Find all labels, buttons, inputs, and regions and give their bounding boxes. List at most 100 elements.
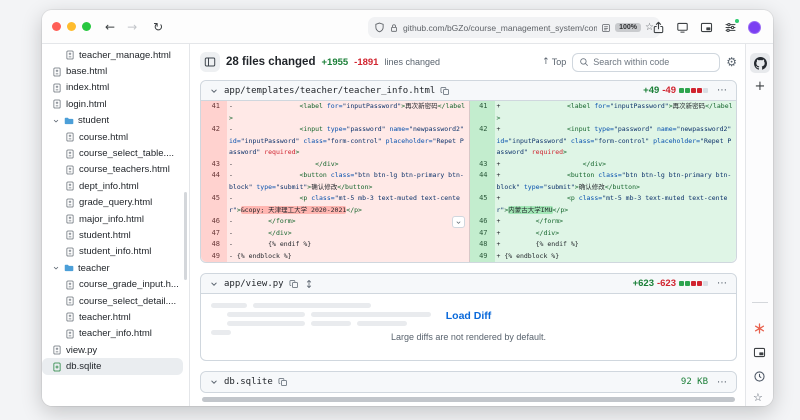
share-icon[interactable] [652, 21, 665, 34]
diff-code-line[interactable]: + {% endif %} [495, 239, 737, 251]
tree-item-student-info-html[interactable]: student_info.html [42, 244, 189, 260]
tree-item-teacher-manage-html[interactable]: teacher_manage.html [42, 47, 189, 63]
line-number-old[interactable]: 49 [201, 251, 227, 263]
tree-item-grade-query-html[interactable]: grade_query.html [42, 195, 189, 211]
diff-code-line[interactable]: + </div> [495, 228, 737, 240]
diff-settings-gear-icon[interactable]: ⚙ [726, 55, 737, 69]
tree-item-course-html[interactable]: course.html [42, 129, 189, 145]
diff-code-line[interactable]: - <label for="inputPassword">再次新密码</labe… [227, 101, 469, 124]
load-diff-button[interactable]: Load Diff [446, 310, 492, 322]
tree-item-major-info-html[interactable]: major_info.html [42, 211, 189, 227]
tree-item-base-html[interactable]: base.html [42, 63, 189, 79]
zoom-window-icon[interactable] [82, 22, 91, 31]
tree-item-course-select-table-[interactable]: course_select_table.... [42, 145, 189, 161]
minimize-window-icon[interactable] [67, 22, 76, 31]
diff-code-line[interactable]: - </div> [227, 228, 469, 240]
tree-item-teacher[interactable]: teacher [42, 260, 189, 276]
forward-icon[interactable]: → [127, 20, 137, 34]
asterisk-icon[interactable] [753, 322, 766, 335]
line-number-old[interactable]: 47 [201, 228, 227, 240]
line-number-new[interactable]: 41 [469, 101, 495, 124]
tree-item-view-py[interactable]: view.py [42, 342, 189, 358]
reader-mode-icon[interactable] [601, 23, 611, 33]
copy-path-icon[interactable] [289, 279, 299, 289]
diff-code-line[interactable]: + <label for="inputPassword">再次新密码</labe… [495, 101, 737, 124]
picture-in-picture-icon[interactable] [700, 21, 713, 34]
diff-code-line[interactable]: + <button class="btn btn-lg btn-primary … [495, 170, 737, 193]
tree-item-index-html[interactable]: index.html [42, 80, 189, 96]
profile-avatar[interactable] [748, 21, 761, 34]
file-header[interactable]: db.sqlite 92 KB ⋯ [201, 372, 736, 392]
diff-code-line[interactable]: + <input type="password" name="newpasswo… [495, 124, 737, 159]
picture-in-picture-icon[interactable] [753, 346, 766, 359]
file-options-kebab-icon[interactable]: ⋯ [717, 377, 728, 388]
zoom-level-badge[interactable]: 100% [615, 23, 641, 32]
tree-item-course-grade-input-h-[interactable]: course_grade_input.h... [42, 276, 189, 292]
tree-item-course-select-detail-[interactable]: course_select_detail.... [42, 293, 189, 309]
line-number-new[interactable]: 46 [469, 216, 495, 228]
chevron-down-icon[interactable] [209, 377, 219, 387]
chevron-down-icon[interactable] [209, 279, 219, 289]
diff-code-line[interactable]: - <input type="password" name="newpasswo… [227, 124, 469, 159]
file-options-kebab-icon[interactable]: ⋯ [717, 278, 728, 289]
url-bar[interactable]: github.com/bGZo/course_management_system… [368, 17, 660, 38]
diff-code-line[interactable]: + {% endblock %} [495, 251, 737, 263]
diff-code-line[interactable]: + <p class="mt-5 mb-3 text-muted text-ce… [495, 193, 737, 216]
file-header[interactable]: app/view.py +623 -623 ⋯ [201, 274, 736, 294]
copy-path-icon[interactable] [278, 377, 288, 387]
file-header[interactable]: app/templates/teacher/teacher_info.html … [201, 81, 736, 101]
line-number-old[interactable]: 41 [201, 101, 227, 124]
line-number-new[interactable]: 48 [469, 239, 495, 251]
line-number-old[interactable]: 45 [201, 193, 227, 216]
line-number-new[interactable]: 49 [469, 251, 495, 263]
toggle-file-tree-button[interactable] [200, 52, 220, 72]
line-number-new[interactable]: 44 [469, 170, 495, 193]
tree-item-student-html[interactable]: student.html [42, 227, 189, 243]
extensions-tune-icon[interactable] [724, 21, 737, 34]
file-icon [65, 50, 75, 60]
tree-item-teacher-html[interactable]: teacher.html [42, 309, 189, 325]
diff-code-line[interactable]: - </form> [227, 216, 469, 228]
github-sidebar-button[interactable] [750, 53, 770, 73]
line-number-new[interactable]: 47 [469, 228, 495, 240]
line-number-old[interactable]: 46 [201, 216, 227, 228]
line-menu-expander-button[interactable] [452, 216, 465, 228]
diff-code-line[interactable]: - </div> [227, 159, 469, 171]
line-number-old[interactable]: 48 [201, 239, 227, 251]
reload-icon[interactable]: ↻ [153, 20, 163, 34]
diff-code-line[interactable]: - {% endblock %} [227, 251, 469, 263]
search-within-code-box[interactable] [572, 53, 720, 72]
line-number-new[interactable]: 43 [469, 159, 495, 171]
new-tab-button[interactable]: + [750, 77, 770, 95]
copy-path-icon[interactable] [440, 86, 450, 96]
search-input[interactable] [593, 57, 713, 67]
line-number-new[interactable]: 42 [469, 124, 495, 159]
tree-item-course-teachers-html[interactable]: course_teachers.html [42, 162, 189, 178]
diff-code-line[interactable]: - <button class="btn btn-lg btn-primary … [227, 170, 469, 193]
downloads-icon[interactable] [676, 21, 689, 34]
tree-item-teacher-info-html[interactable]: teacher_info.html [42, 326, 189, 342]
line-number-old[interactable]: 44 [201, 170, 227, 193]
chevron-down-icon[interactable] [209, 86, 219, 96]
favorites-star-icon[interactable]: ☆ [753, 392, 763, 403]
diff-code-line[interactable]: - {% endif %} [227, 239, 469, 251]
back-to-top-link[interactable]: ↑ Top [542, 57, 566, 67]
line-number-old[interactable]: 42 [201, 124, 227, 159]
tree-item-db-sqlite[interactable]: db.sqlite [42, 358, 183, 374]
diff-code-line[interactable]: + </form> [495, 216, 737, 228]
diff-code-line[interactable]: - <p class="mt-5 mb-3 text-muted text-ce… [227, 193, 469, 216]
line-number-new[interactable]: 45 [469, 193, 495, 216]
diff-code-line[interactable]: + </div> [495, 159, 737, 171]
file-icon [65, 329, 75, 339]
tree-item-student[interactable]: student [42, 113, 189, 129]
tree-item-login-html[interactable]: login.html [42, 96, 189, 112]
sidebar-scrollbar[interactable] [184, 192, 187, 280]
file-options-kebab-icon[interactable]: ⋯ [717, 85, 728, 96]
close-window-icon[interactable] [52, 22, 61, 31]
back-icon[interactable]: ← [105, 20, 115, 34]
horizontal-scrollbar[interactable] [202, 397, 735, 402]
history-clock-icon[interactable] [753, 370, 766, 383]
line-number-old[interactable]: 43 [201, 159, 227, 171]
tree-item-dept-info-html[interactable]: dept_info.html [42, 178, 189, 194]
expand-diff-icon[interactable] [304, 279, 314, 289]
